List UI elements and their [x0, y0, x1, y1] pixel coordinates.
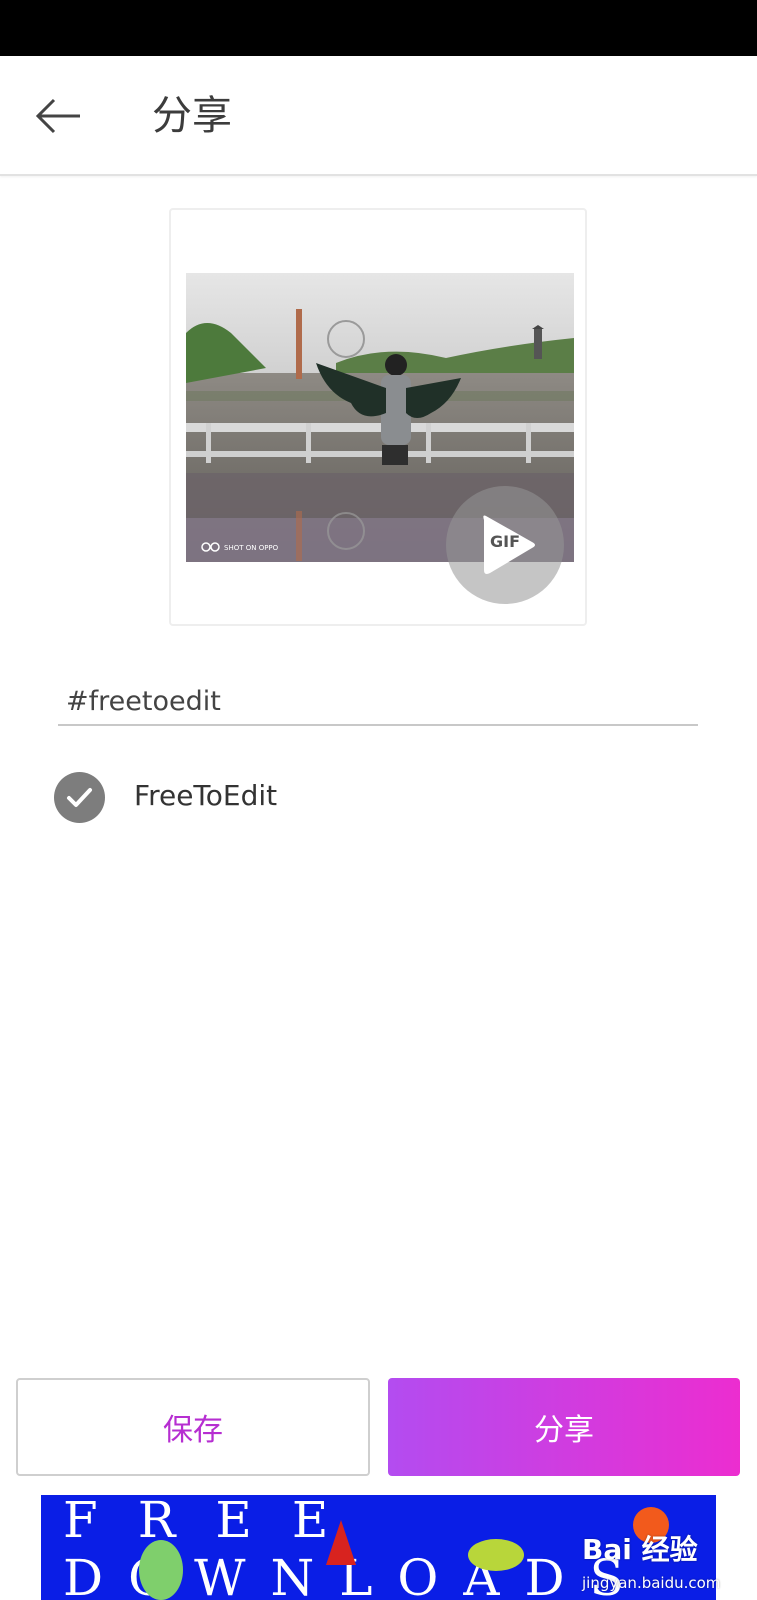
- ad-frog-graphic: [139, 1540, 183, 1600]
- ad-line1: FREE: [63, 1495, 368, 1549]
- free-to-edit-label: FreeToEdit: [134, 779, 278, 812]
- back-button[interactable]: [30, 86, 90, 146]
- checkmark-icon: [67, 788, 92, 807]
- gif-play-button[interactable]: GIF: [446, 486, 564, 604]
- share-button[interactable]: 分享: [388, 1378, 740, 1476]
- save-button[interactable]: 保存: [16, 1378, 370, 1476]
- page-title: 分享: [152, 93, 232, 139]
- caption-input[interactable]: [58, 678, 698, 726]
- arrow-left-icon: [35, 98, 80, 134]
- watermark-url: jingyan.baidu.com: [582, 1574, 721, 1592]
- status-bar: [0, 0, 757, 56]
- gif-label: GIF: [489, 532, 520, 551]
- photo-watermark: SHOT ON OPPO: [224, 544, 279, 552]
- watermark-brand: Bai 经验: [582, 1533, 698, 1566]
- baidu-watermark: Bai 经验 jingyan.baidu.com: [582, 1528, 754, 1598]
- free-to-edit-checkbox[interactable]: [54, 772, 105, 823]
- ad-bug-graphic: [468, 1539, 524, 1571]
- top-app-bar: 分享: [0, 56, 757, 176]
